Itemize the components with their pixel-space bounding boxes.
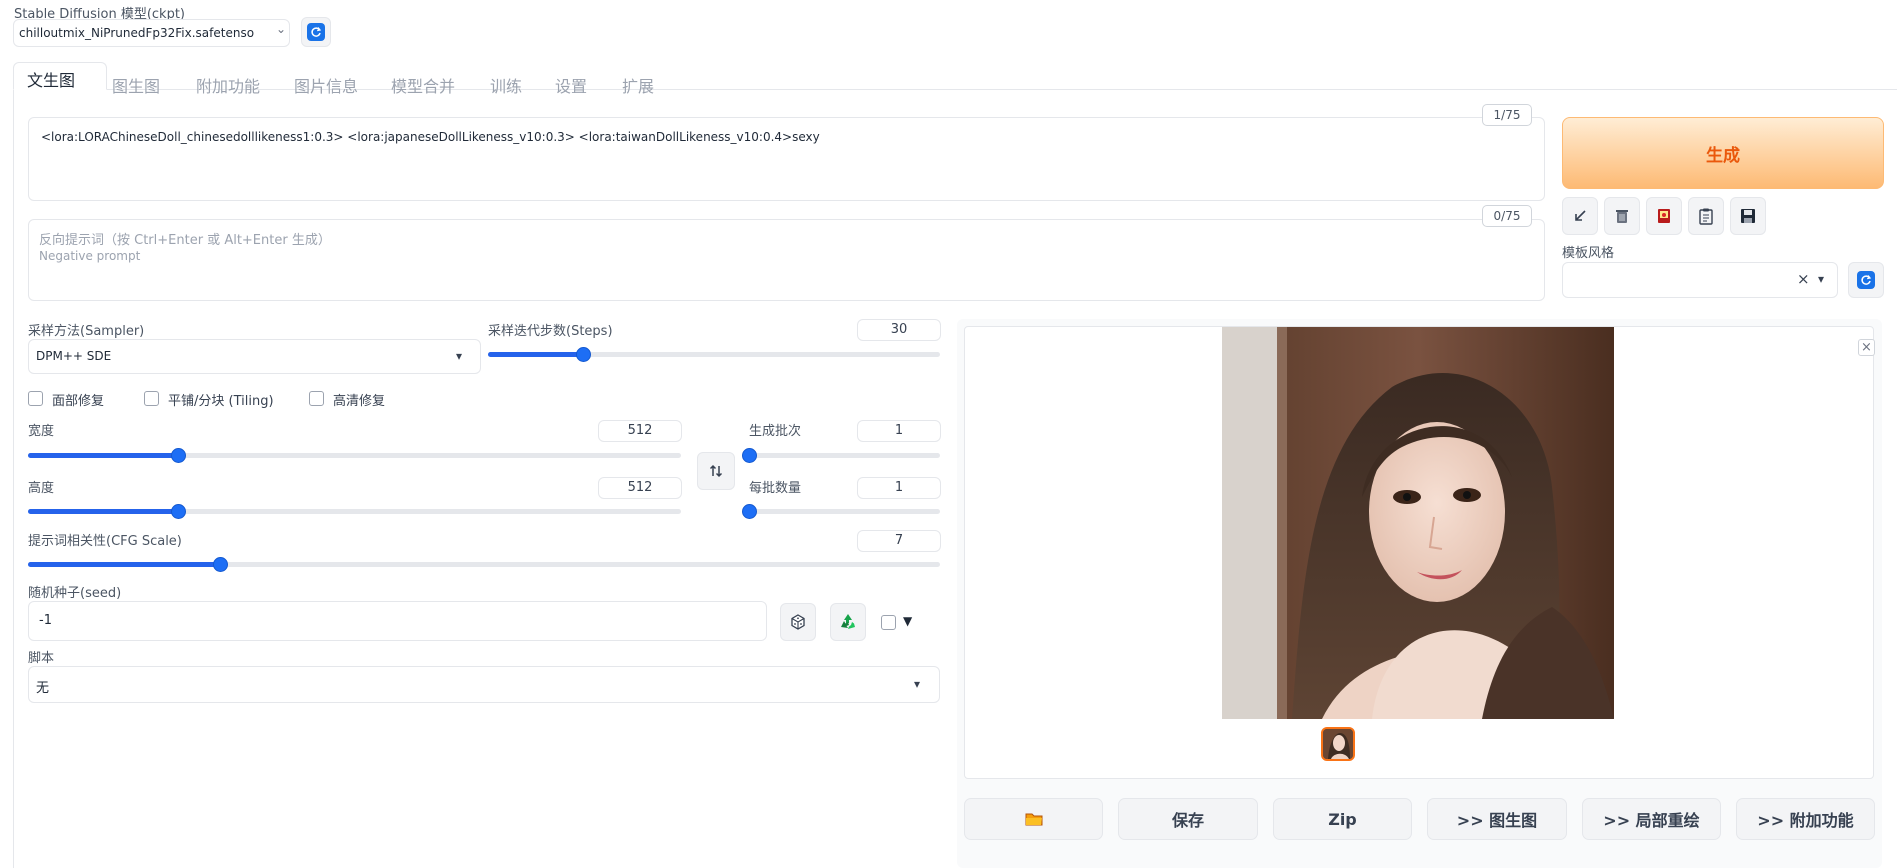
slider-handle[interactable] <box>742 448 757 463</box>
batch-size-label: 每批数量 <box>749 481 802 496</box>
triangle-down-icon[interactable]: ▼ <box>903 614 912 628</box>
refresh-icon <box>307 23 325 41</box>
style-select[interactable]: × ▾ <box>1562 262 1838 298</box>
tab-label: 文生图 <box>27 71 76 90</box>
apply-style-button[interactable] <box>1688 197 1724 235</box>
read-params-button[interactable] <box>1562 197 1598 235</box>
tab-checkpoint-merger[interactable]: 模型合并 <box>391 73 455 97</box>
swap-dimensions-button[interactable] <box>697 452 735 490</box>
tab-settings[interactable]: 设置 <box>555 73 587 97</box>
folder-icon <box>1025 813 1042 826</box>
cfg-input[interactable]: 7 <box>857 530 941 552</box>
face-restore-checkbox[interactable] <box>28 391 43 406</box>
negative-prompt-token-counter: 0/75 <box>1482 205 1532 227</box>
seed-value: -1 <box>39 613 52 628</box>
face-restore-label: 面部修复 <box>52 394 105 409</box>
generate-label: 生成 <box>1706 145 1740 166</box>
send-to-inpaint-button[interactable]: >> 局部重绘 <box>1582 798 1721 840</box>
style-label: 模板风格 <box>1562 246 1615 261</box>
chevron-down-icon: ▾ <box>1818 272 1825 286</box>
model-select-value: chilloutmix_NiPrunedFp32Fix.safetensors … <box>19 26 255 40</box>
send-to-extras-button[interactable]: >> 附加功能 <box>1736 798 1875 840</box>
batch-size-input[interactable]: 1 <box>857 477 941 499</box>
tiling-checkbox[interactable] <box>144 391 159 406</box>
batch-count-input[interactable]: 1 <box>857 420 941 442</box>
tab-img2img[interactable]: 图生图 <box>112 73 160 97</box>
height-input[interactable]: 512 <box>598 477 682 499</box>
model-select[interactable]: chilloutmix_NiPrunedFp32Fix.safetensors … <box>13 19 290 47</box>
tab-txt2img[interactable]: 文生图 <box>13 62 107 90</box>
tab-extras[interactable]: 附加功能 <box>196 73 260 97</box>
script-select[interactable]: 无 ▾ <box>28 666 940 703</box>
cfg-slider[interactable] <box>28 557 940 572</box>
thumbnail[interactable] <box>1321 727 1355 761</box>
prompt-text: <lora:LORAChineseDoll_chinesedolllikenes… <box>41 130 820 144</box>
slider-handle[interactable] <box>742 504 757 519</box>
slider-handle[interactable] <box>213 557 228 572</box>
hires-fix-checkbox[interactable] <box>309 391 324 406</box>
height-slider[interactable] <box>28 504 681 519</box>
clear-prompt-button[interactable] <box>1604 197 1640 235</box>
prompt-token-counter: 1/75 <box>1482 104 1532 126</box>
steps-label: 采样迭代步数(Steps) <box>488 324 613 339</box>
picture-card-icon <box>1658 209 1670 223</box>
swap-vertical-icon <box>709 464 723 478</box>
tab-png-info[interactable]: 图片信息 <box>294 73 358 97</box>
negative-prompt-input[interactable]: 反向提示词（按 Ctrl+Enter 或 Alt+Enter 生成） Negat… <box>28 219 1545 301</box>
seed-input[interactable]: -1 <box>28 601 767 641</box>
chevron-down-icon: ▾ <box>914 677 921 691</box>
script-value: 无 <box>36 681 50 696</box>
slider-handle[interactable] <box>171 504 186 519</box>
close-icon[interactable]: × <box>1858 339 1875 356</box>
extra-networks-button[interactable] <box>1646 197 1682 235</box>
tab-train[interactable]: 训练 <box>490 73 522 97</box>
sampler-label: 采样方法(Sampler) <box>28 324 145 339</box>
slider-handle[interactable] <box>171 448 186 463</box>
width-input[interactable]: 512 <box>598 420 682 442</box>
seed-label: 随机种子(seed) <box>28 586 122 601</box>
sampler-value: DPM++ SDE <box>36 349 112 363</box>
tab-extensions[interactable]: 扩展 <box>622 73 654 97</box>
steps-input[interactable]: 30 <box>857 319 941 341</box>
chevron-down-icon: ⌄ <box>276 22 287 36</box>
chevron-down-icon: ▾ <box>456 349 463 363</box>
negative-prompt-placeholder: 反向提示词（按 Ctrl+Enter 或 Alt+Enter 生成） <box>39 233 331 248</box>
clipboard-icon <box>1699 208 1713 225</box>
negative-prompt-placeholder-en: Negative prompt <box>39 249 141 263</box>
width-label: 宽度 <box>28 424 55 439</box>
tiling-label: 平铺/分块 (Tiling) <box>168 394 274 409</box>
trash-icon <box>1616 210 1628 223</box>
arrow-down-left-icon <box>1575 210 1586 221</box>
cfg-label: 提示词相关性(CFG Scale) <box>28 534 182 549</box>
hires-fix-label: 高清修复 <box>333 394 386 409</box>
dice-icon <box>791 614 805 630</box>
clear-icon[interactable]: × <box>1797 270 1810 288</box>
zip-button[interactable]: Zip <box>1273 798 1412 840</box>
batch-count-slider[interactable] <box>742 448 940 463</box>
batch-size-slider[interactable] <box>742 504 940 519</box>
generate-button[interactable]: 生成 <box>1562 117 1884 189</box>
sampler-select[interactable]: DPM++ SDE ▾ <box>28 339 481 374</box>
extra-seed-checkbox[interactable] <box>881 615 896 630</box>
send-to-img2img-button[interactable]: >> 图生图 <box>1427 798 1567 840</box>
width-slider[interactable] <box>28 448 681 463</box>
generated-image[interactable] <box>1222 327 1614 719</box>
refresh-model-button[interactable] <box>301 17 331 47</box>
save-button[interactable]: 保存 <box>1118 798 1258 840</box>
slider-handle[interactable] <box>576 347 591 362</box>
floppy-disk-icon <box>1741 209 1755 223</box>
open-folder-button[interactable] <box>964 798 1103 840</box>
batch-count-label: 生成批次 <box>749 424 802 439</box>
gallery: × <box>964 326 1875 779</box>
save-style-button[interactable] <box>1730 197 1766 235</box>
steps-slider[interactable] <box>488 347 940 362</box>
prompt-input[interactable]: <lora:LORAChineseDoll_chinesedolllikenes… <box>28 117 1545 201</box>
recycle-icon <box>841 614 855 629</box>
reuse-seed-button[interactable] <box>830 603 866 641</box>
refresh-icon <box>1857 271 1875 289</box>
refresh-styles-button[interactable] <box>1848 262 1884 298</box>
script-label: 脚本 <box>28 651 55 666</box>
random-seed-button[interactable] <box>780 603 816 641</box>
height-label: 高度 <box>28 481 55 496</box>
